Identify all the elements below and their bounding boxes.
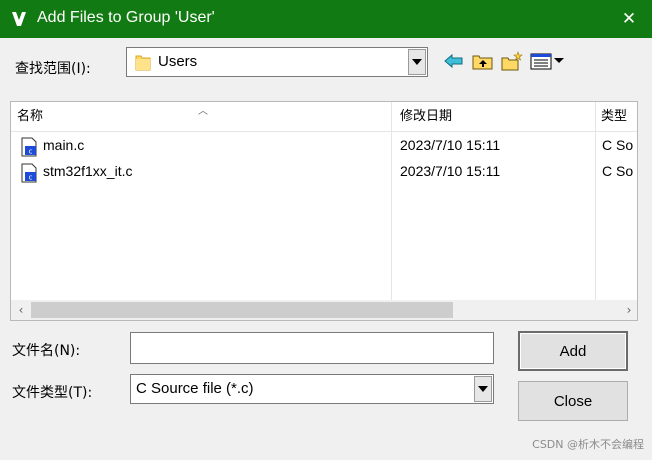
add-button[interactable]: Add bbox=[518, 331, 628, 371]
column-header-type[interactable]: 类型 bbox=[595, 102, 627, 132]
file-name-input[interactable] bbox=[130, 332, 494, 364]
look-in-label: 查找范围(I): bbox=[15, 61, 91, 77]
back-icon bbox=[444, 53, 463, 69]
c-file-icon: c bbox=[20, 163, 38, 183]
view-menu-button[interactable] bbox=[529, 50, 567, 72]
column-divider[interactable] bbox=[595, 102, 596, 300]
horizontal-scrollbar[interactable]: ‹ › bbox=[11, 300, 637, 320]
new-folder-icon bbox=[501, 51, 523, 71]
window-title: Add Files to Group 'User' bbox=[37, 9, 215, 26]
sort-ascending-icon: ︿ bbox=[198, 106, 208, 117]
folder-icon bbox=[135, 53, 151, 71]
look-in-value: Users bbox=[158, 53, 198, 70]
c-file-icon: c bbox=[20, 137, 38, 157]
look-in-dropdown-button[interactable] bbox=[408, 49, 426, 75]
file-name: stm32f1xx_it.c bbox=[43, 163, 133, 179]
up-folder-icon bbox=[472, 55, 493, 70]
scroll-left-icon[interactable]: ‹ bbox=[11, 300, 31, 320]
file-type-value: C Source file (*.c) bbox=[136, 380, 254, 397]
chevron-down-icon bbox=[478, 386, 488, 392]
svg-text:c: c bbox=[29, 174, 33, 182]
view-menu-icon bbox=[530, 53, 564, 70]
close-icon: ✕ bbox=[621, 9, 637, 29]
file-name: main.c bbox=[43, 137, 85, 153]
file-type: C So bbox=[602, 137, 634, 153]
file-type-combo[interactable]: C Source file (*.c) bbox=[130, 374, 494, 404]
column-header-name[interactable]: 名称 bbox=[11, 102, 43, 132]
column-header-date[interactable]: 修改日期 bbox=[394, 102, 452, 132]
look-in-combo[interactable]: Users bbox=[126, 47, 428, 77]
chevron-down-icon bbox=[412, 59, 422, 65]
app-icon bbox=[10, 10, 28, 28]
file-type-dropdown-button[interactable] bbox=[474, 376, 492, 402]
list-item[interactable]: c stm32f1xx_it.c 2023/7/10 15:11 C So bbox=[11, 160, 637, 186]
new-folder-button[interactable] bbox=[501, 50, 523, 72]
scrollbar-thumb[interactable] bbox=[31, 302, 453, 318]
scroll-right-icon[interactable]: › bbox=[619, 300, 637, 320]
file-type: C So bbox=[602, 163, 634, 179]
file-date: 2023/7/10 15:11 bbox=[400, 137, 501, 153]
back-button[interactable] bbox=[443, 50, 465, 72]
close-button[interactable]: Close bbox=[518, 381, 628, 421]
svg-text:c: c bbox=[29, 148, 33, 156]
file-date: 2023/7/10 15:11 bbox=[400, 163, 501, 179]
column-divider[interactable] bbox=[391, 102, 392, 300]
up-folder-button[interactable] bbox=[472, 50, 494, 72]
title-bar: Add Files to Group 'User' ✕ bbox=[0, 0, 652, 38]
watermark: CSDN @析木不会编程 bbox=[532, 438, 644, 451]
close-window-button[interactable]: ✕ bbox=[606, 0, 652, 38]
file-name-label: 文件名(N): bbox=[12, 343, 81, 359]
list-header: 名称 ︿ 修改日期 类型 bbox=[11, 102, 637, 132]
file-list[interactable]: 名称 ︿ 修改日期 类型 c main.c 2023/7/10 15:11 C … bbox=[10, 101, 638, 321]
file-type-label: 文件类型(T): bbox=[12, 385, 93, 401]
list-item[interactable]: c main.c 2023/7/10 15:11 C So bbox=[11, 134, 637, 160]
